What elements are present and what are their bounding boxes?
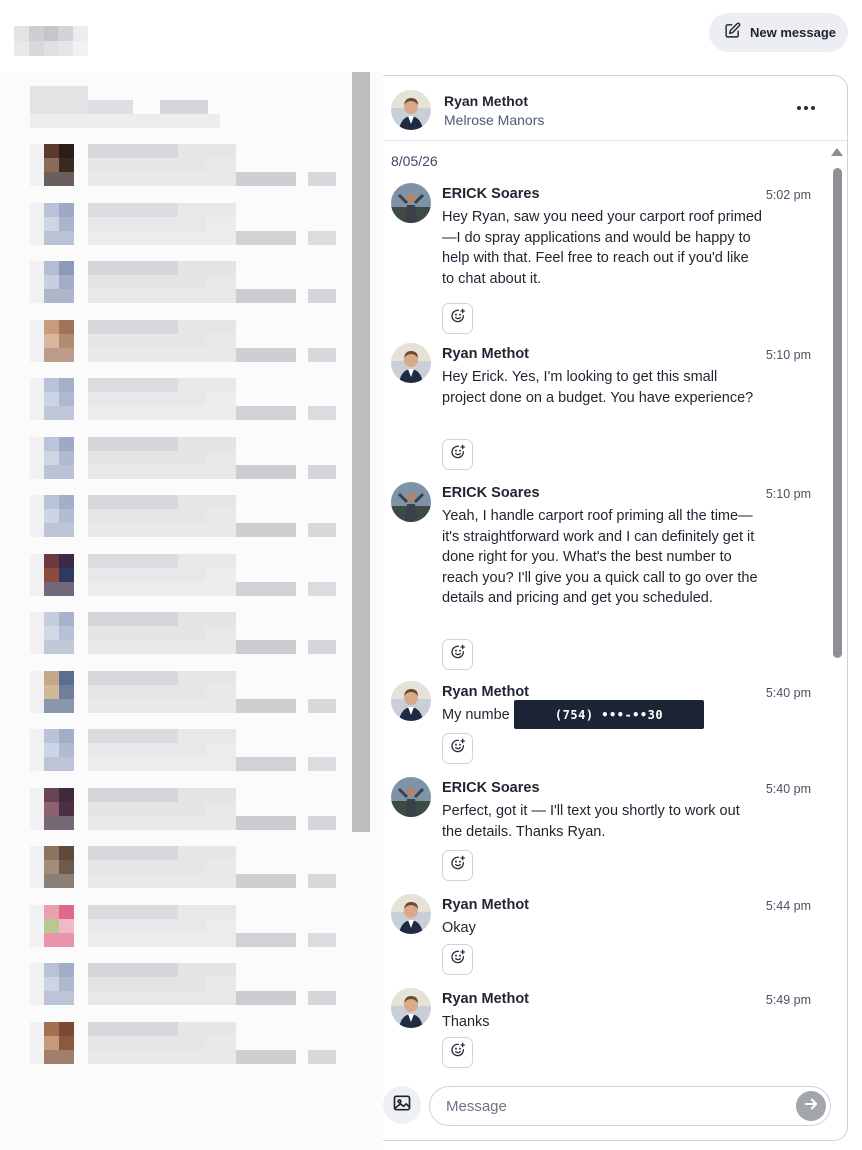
message-sender[interactable]: ERICK Soares: [442, 186, 540, 202]
message-item: Ryan Methot 5:10 pm Hey Erick. Yes, I'm lo…: [391, 343, 811, 471]
scroll-up-arrow-icon[interactable]: [831, 148, 843, 156]
message-time: 5:49 pm: [765, 993, 811, 1007]
list-item[interactable]: [0, 202, 383, 261]
message-text: Thanks: [442, 1014, 490, 1030]
message-sender[interactable]: Ryan Methot: [442, 897, 529, 913]
attach-image-button[interactable]: [383, 1086, 421, 1124]
add-reaction-button[interactable]: [442, 1037, 473, 1068]
add-reaction-button[interactable]: [442, 850, 473, 881]
message-text: Yeah, I handle carport roof priming all …: [442, 508, 758, 607]
message-item: ERICK Soares 5:02 pm Hey Ryan, saw you nee…: [391, 183, 811, 335]
avatar[interactable]: [391, 988, 431, 1028]
new-message-button[interactable]: New message: [709, 13, 848, 52]
message-sender[interactable]: ERICK Soares: [442, 485, 540, 501]
list-item[interactable]: [0, 1021, 383, 1080]
contact-subtitle[interactable]: Melrose Manors: [444, 112, 544, 128]
message-item: Ryan Methot 5:44 pm Okay: [391, 894, 811, 976]
message-item: ERICK Soares 5:10 pm Yeah, I handle carpor…: [391, 482, 811, 671]
message-text: Perfect, got it — I'll text you shortly …: [442, 803, 740, 840]
message-time: 5:02 pm: [765, 188, 811, 202]
message-sender[interactable]: ERICK Soares: [442, 780, 540, 796]
conversation-panel: Ryan Methot Melrose Manors 8/05/26 ERICK…: [383, 75, 848, 1141]
list-item[interactable]: [0, 319, 383, 378]
message-sender[interactable]: Ryan Methot: [442, 346, 529, 362]
message-text: Okay: [442, 920, 476, 936]
add-reaction-button[interactable]: [442, 944, 473, 975]
message-text: Hey Ryan, saw you need your carport roof…: [442, 209, 762, 287]
avatar[interactable]: [391, 777, 431, 817]
message-time: 5:40 pm: [765, 782, 811, 796]
more-options-button[interactable]: [795, 100, 817, 116]
message-item: Ryan Methot 5:49 pm Thanks: [391, 988, 811, 1069]
add-reaction-icon: [450, 855, 466, 876]
add-reaction-icon: [450, 444, 466, 465]
add-reaction-icon: [450, 738, 466, 759]
list-item[interactable]: [0, 612, 383, 670]
message-item: ERICK Soares 5:40 pm Perfect, got it — I'l…: [391, 777, 811, 882]
add-reaction-button[interactable]: [442, 733, 473, 764]
new-message-label: New message: [750, 25, 836, 40]
blurred-title: [14, 26, 88, 56]
date-divider: 8/05/26: [391, 153, 438, 169]
send-arrow-icon: [802, 1095, 820, 1118]
list-item[interactable]: [0, 495, 383, 553]
add-reaction-icon: [450, 949, 466, 970]
list-item[interactable]: [0, 144, 383, 202]
avatar[interactable]: [391, 482, 431, 522]
add-reaction-icon: [450, 1042, 466, 1063]
add-reaction-icon: [450, 308, 466, 329]
list-item[interactable]: [0, 729, 383, 787]
list-item[interactable]: [0, 436, 383, 495]
list-item[interactable]: [0, 670, 383, 729]
message-time: 5:44 pm: [765, 899, 811, 913]
contact-name: Ryan Methot: [444, 93, 528, 109]
conversation-header: Ryan Methot Melrose Manors: [383, 76, 847, 141]
avatar[interactable]: [391, 343, 431, 383]
add-reaction-icon: [450, 644, 466, 665]
list-item[interactable]: [0, 553, 383, 612]
message-sender[interactable]: Ryan Methot: [442, 684, 529, 700]
add-reaction-button[interactable]: [442, 303, 473, 334]
list-item[interactable]: [0, 378, 383, 436]
message-scrollbar[interactable]: [833, 168, 842, 658]
send-button[interactable]: [796, 1091, 826, 1121]
list-item[interactable]: [0, 846, 383, 904]
list-item[interactable]: [0, 904, 383, 963]
redacted-phone-number: (754) •••-••30: [514, 700, 704, 729]
message-time: 5:40 pm: [765, 686, 811, 700]
add-reaction-button[interactable]: [442, 639, 473, 670]
compose-icon: [724, 22, 741, 44]
list-item[interactable]: [0, 963, 383, 1021]
more-horizontal-icon: [797, 106, 801, 110]
avatar[interactable]: [391, 681, 431, 721]
list-item[interactable]: [0, 787, 383, 846]
add-reaction-button[interactable]: [442, 439, 473, 470]
message-text: Hey Erick. Yes, I'm looking to get this …: [442, 369, 754, 406]
avatar[interactable]: [391, 183, 431, 223]
list-item[interactable]: [0, 261, 383, 319]
message-time: 5:10 pm: [765, 487, 811, 501]
avatar[interactable]: [391, 894, 431, 934]
message-sender[interactable]: Ryan Methot: [442, 991, 529, 1007]
message-time: 5:10 pm: [765, 348, 811, 362]
image-icon: [392, 1093, 412, 1118]
message-input[interactable]: [429, 1086, 831, 1126]
avatar[interactable]: [391, 90, 431, 130]
